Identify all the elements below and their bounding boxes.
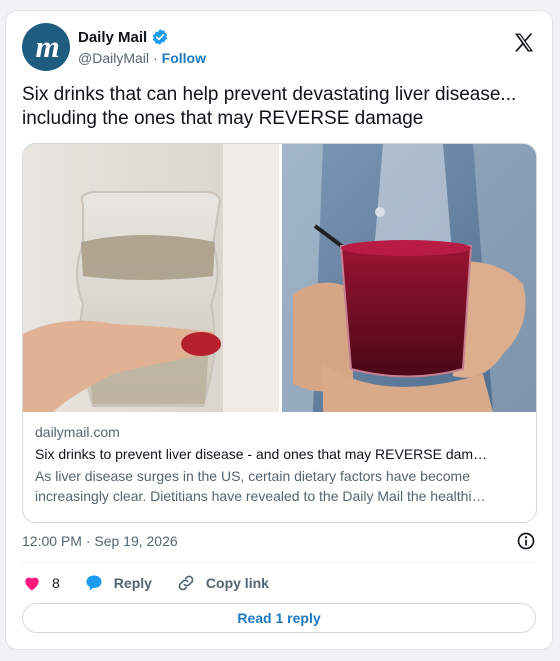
like-count: 8: [52, 575, 60, 591]
timestamp[interactable]: 12:00 PM · Sep 19, 2026: [22, 533, 178, 549]
heart-icon: [25, 577, 39, 591]
preview-image[interactable]: [23, 144, 536, 412]
verified-badge-icon: [153, 29, 168, 45]
tweet-text: Six drinks that can help prevent devasta…: [22, 84, 517, 129]
separator-dot: ·: [153, 50, 158, 66]
link-title[interactable]: Six drinks to prevent liver disease - an…: [35, 444, 524, 464]
tweet-card: m Daily Mail @DailyMail · Follow Six dri…: [5, 10, 553, 650]
follow-button[interactable]: Follow: [162, 50, 206, 66]
tweet-header: m Daily Mail @DailyMail · Follow: [22, 23, 536, 73]
reply-bubble-icon: [86, 575, 102, 591]
copy-link-label: Copy link: [205, 575, 269, 591]
link-preview-card[interactable]: dailymail.com Six drinks to prevent live…: [22, 143, 537, 523]
link-description: As liver disease surges in the US, certa…: [35, 468, 486, 504]
copy-link-button[interactable]: Copy link: [176, 573, 269, 593]
beet-juice-photo: [282, 144, 536, 412]
chia-drink-photo: [23, 144, 279, 412]
reply-label: Reply: [113, 575, 152, 591]
link-domain: dailymail.com: [35, 424, 120, 440]
x-logo-icon[interactable]: [512, 31, 536, 55]
handle-row: @DailyMail · Follow: [78, 50, 206, 66]
link-icon: [178, 575, 194, 591]
action-bar: 8 Reply Copy link: [22, 571, 293, 595]
name-row: Daily Mail: [78, 28, 169, 46]
timestamp-row: 12:00 PM · Sep 19, 2026: [22, 529, 536, 553]
read-replies-button[interactable]: Read 1 reply: [22, 603, 536, 633]
avatar[interactable]: m: [22, 23, 70, 71]
info-icon[interactable]: [516, 531, 536, 551]
reply-button[interactable]: Reply: [84, 573, 152, 593]
link-meta: dailymail.com Six drinks to prevent live…: [35, 422, 524, 506]
display-name[interactable]: Daily Mail: [78, 29, 147, 46]
handle[interactable]: @DailyMail: [78, 50, 149, 66]
like-button[interactable]: 8: [22, 573, 60, 593]
divider: [22, 562, 536, 563]
